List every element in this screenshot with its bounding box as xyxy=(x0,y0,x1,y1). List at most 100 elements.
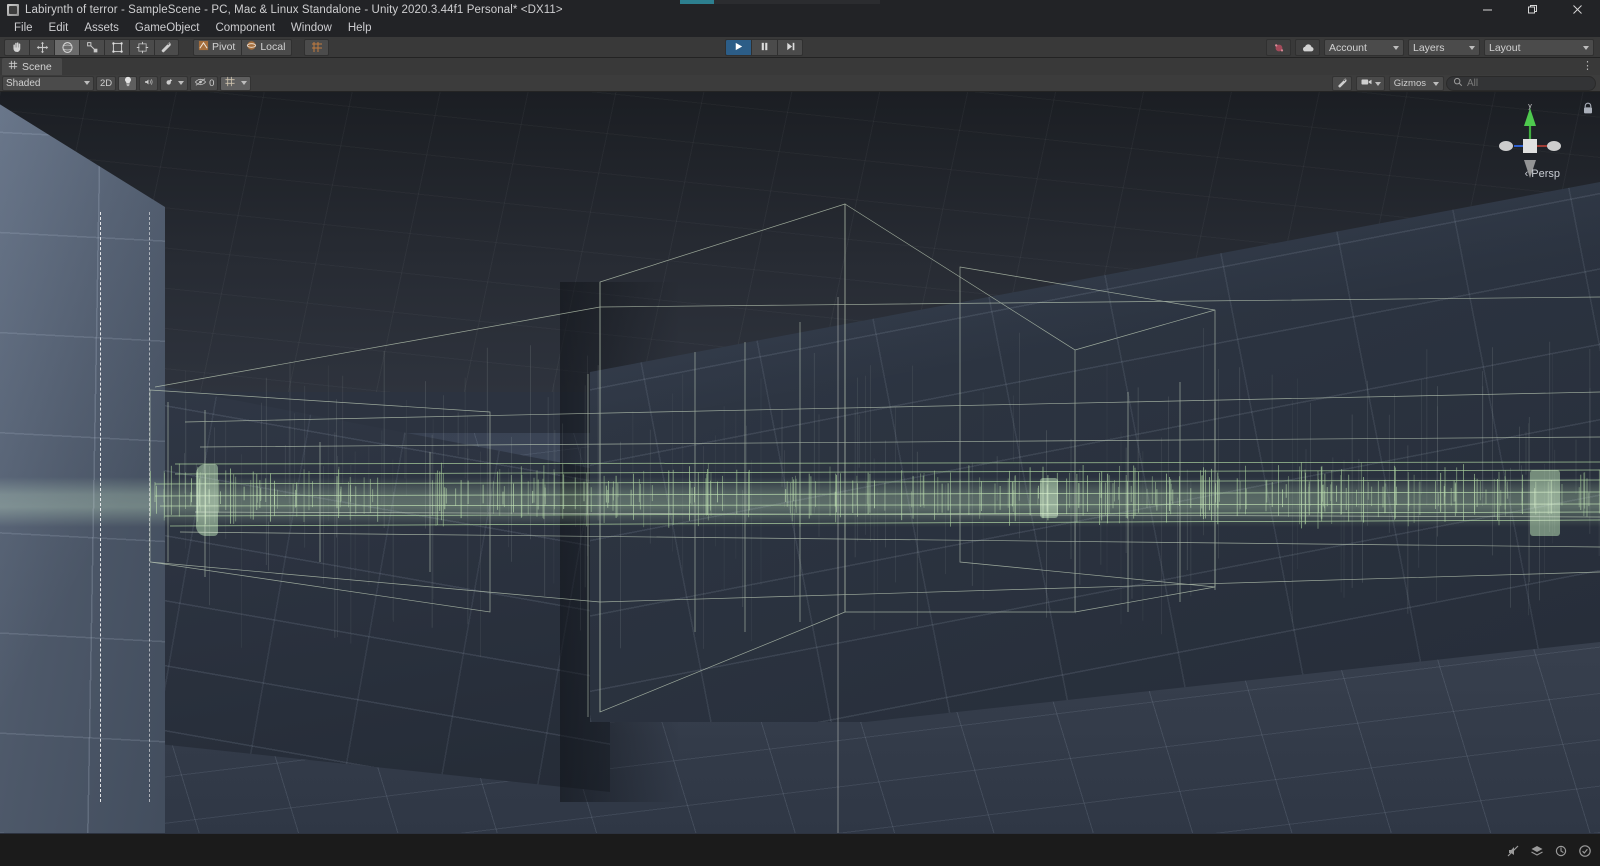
gizmos-dropdown[interactable]: Gizmos xyxy=(1388,76,1444,91)
pause-button[interactable] xyxy=(751,39,777,56)
hand-icon xyxy=(11,41,24,54)
status-ok-icon[interactable] xyxy=(1574,840,1596,861)
play-button[interactable] xyxy=(725,39,751,56)
rect-tool-button[interactable] xyxy=(104,38,129,56)
axis-y-cone xyxy=(1524,108,1536,126)
menu-gameobject[interactable]: GameObject xyxy=(127,19,208,37)
svg-text:y: y xyxy=(1528,103,1532,110)
layers-label: Layers xyxy=(1413,41,1445,54)
scale-tool-button[interactable] xyxy=(79,38,104,56)
playmode-controls xyxy=(725,39,803,56)
hidden-objects-button[interactable]: 0 xyxy=(190,75,219,91)
persp-arrow-icon: ‹ xyxy=(1524,168,1529,180)
play-icon xyxy=(733,39,744,57)
eye-off-icon xyxy=(194,77,207,90)
axis-center-cube xyxy=(1523,139,1537,153)
account-label: Account xyxy=(1329,41,1367,54)
chevron-down-icon xyxy=(1393,45,1399,50)
panel-menu-icon[interactable]: ⋮ xyxy=(1582,60,1593,72)
layout-dropdown[interactable]: Layout xyxy=(1484,39,1594,56)
collab-icon xyxy=(1273,42,1285,54)
gizmos-label: Gizmos xyxy=(1393,78,1426,89)
layers-status-icon[interactable] xyxy=(1526,840,1548,861)
code-optimization-icon[interactable] xyxy=(1550,840,1572,861)
maximize-button[interactable] xyxy=(1510,0,1555,19)
tab-scene[interactable]: Scene xyxy=(2,58,62,75)
window-controls xyxy=(1465,0,1600,19)
scene-search-input[interactable]: All xyxy=(1446,76,1596,91)
grid-snap-icon xyxy=(311,41,323,53)
tools-icon xyxy=(1336,77,1348,91)
cloud-icon xyxy=(1301,42,1315,54)
chevron-down-icon xyxy=(1374,81,1381,86)
step-icon xyxy=(785,39,796,57)
axis-x-neg-cone xyxy=(1547,141,1561,151)
transform-tool-button[interactable] xyxy=(129,38,154,56)
grid-toggle-button[interactable] xyxy=(220,75,252,91)
layers-dropdown[interactable]: Layers xyxy=(1408,39,1480,56)
audio-icon xyxy=(143,77,154,90)
layout-label: Layout xyxy=(1489,41,1521,54)
chevron-down-icon xyxy=(1469,45,1475,50)
grid-icon xyxy=(224,76,236,90)
title-bar: Labirynth of terror - SampleScene - PC, … xyxy=(0,0,1600,19)
fx-dropdown-button[interactable] xyxy=(160,75,189,91)
toolbar-right-group: Account Layers Layout xyxy=(1266,39,1594,56)
two-d-label: 2D xyxy=(100,77,113,89)
chevron-down-icon xyxy=(241,81,248,85)
scene-search-placeholder: All xyxy=(1467,78,1479,89)
grid-snap-group xyxy=(304,38,330,56)
account-dropdown[interactable]: Account xyxy=(1324,39,1404,56)
fx-icon xyxy=(164,77,176,90)
pivot-button[interactable]: Pivot xyxy=(193,38,242,56)
projection-mode-label[interactable]: ‹ Persp xyxy=(1525,168,1560,180)
menu-assets[interactable]: Assets xyxy=(76,19,127,37)
local-icon xyxy=(246,40,257,54)
unity-icon xyxy=(7,3,19,16)
menu-window[interactable]: Window xyxy=(283,19,340,37)
status-bar-icons xyxy=(1502,840,1596,861)
move-tool-button[interactable] xyxy=(29,38,54,56)
cloud-button[interactable] xyxy=(1295,39,1320,56)
scene-geometry xyxy=(0,92,1600,833)
collider-volume-right xyxy=(1530,470,1560,536)
menu-component[interactable]: Component xyxy=(207,19,282,37)
close-button[interactable] xyxy=(1555,0,1600,19)
camera-icon xyxy=(1360,77,1373,90)
rotate-tool-button[interactable] xyxy=(54,38,79,56)
draw-mode-dropdown[interactable]: Shaded xyxy=(2,75,94,91)
menu-edit[interactable]: Edit xyxy=(41,19,77,37)
menu-help[interactable]: Help xyxy=(340,19,380,37)
toggle-2d-button[interactable]: 2D xyxy=(96,75,117,91)
scene-toolbar-right-group: Gizmos All xyxy=(1330,76,1596,91)
tab-scene-label: Scene xyxy=(22,60,52,73)
local-label: Local xyxy=(260,41,286,53)
audio-toggle-button[interactable] xyxy=(139,75,159,91)
title-progress-bar xyxy=(680,0,880,4)
hand-tool-button[interactable] xyxy=(4,38,29,56)
pause-icon xyxy=(759,39,770,57)
main-toolbar: Pivot Local Account Layers Layout xyxy=(0,37,1600,58)
scene-viewport[interactable]: y ‹ Persp xyxy=(0,92,1600,833)
draw-mode-label: Shaded xyxy=(6,77,41,89)
mute-audio-icon[interactable] xyxy=(1502,840,1524,861)
window-title: Labirynth of terror - SampleScene - PC, … xyxy=(25,3,563,16)
wrench-icon xyxy=(160,41,173,54)
scene-tools-button[interactable] xyxy=(1331,76,1352,91)
chevron-down-icon xyxy=(1433,81,1439,86)
step-button[interactable] xyxy=(777,39,803,56)
rect-icon xyxy=(111,41,124,54)
lock-icon[interactable] xyxy=(1582,102,1594,120)
status-bar xyxy=(0,833,1600,866)
collab-button[interactable] xyxy=(1266,39,1291,56)
lighting-toggle-button[interactable] xyxy=(118,75,138,91)
scene-camera-button[interactable] xyxy=(1355,76,1385,91)
scene-tab-row: Scene ⋮ xyxy=(0,58,1600,75)
grid-snap-button[interactable] xyxy=(304,38,330,56)
menu-file[interactable]: File xyxy=(6,19,41,37)
minimize-button[interactable] xyxy=(1465,0,1510,19)
axis-z-neg-cone xyxy=(1499,141,1513,151)
custom-tool-button[interactable] xyxy=(154,38,179,56)
transform-tool-group xyxy=(4,38,179,56)
local-button[interactable]: Local xyxy=(241,38,293,56)
